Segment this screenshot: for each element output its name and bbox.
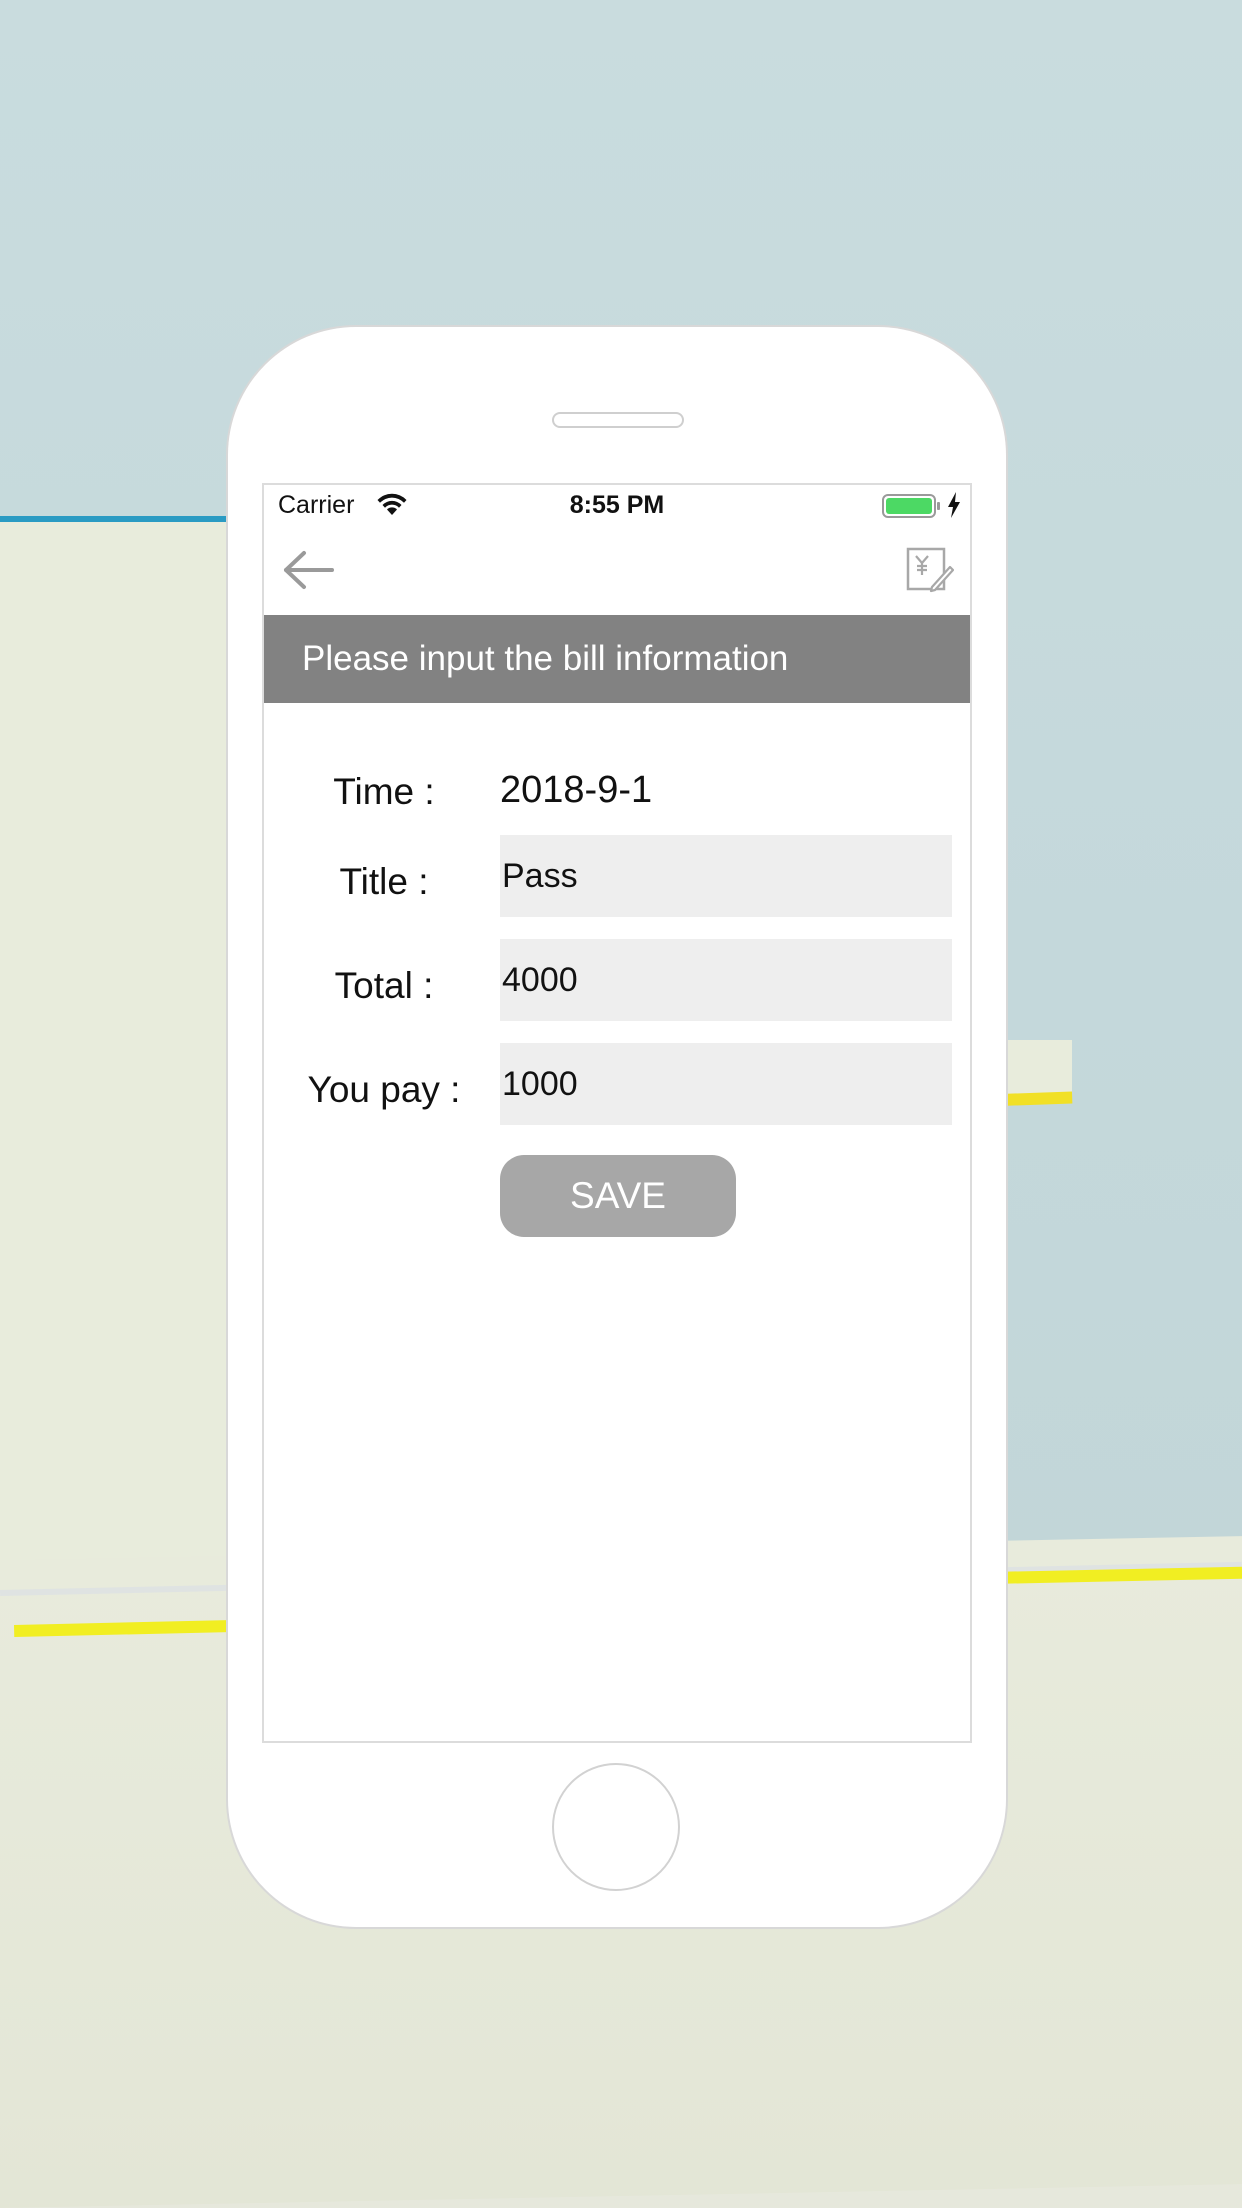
you-pay-field[interactable]: 1000 <box>500 1043 952 1125</box>
save-button[interactable]: SAVE <box>500 1155 736 1237</box>
time-label: Time : <box>333 771 435 812</box>
title-label: Title : <box>339 861 429 902</box>
home-button[interactable] <box>552 1763 680 1891</box>
title-field[interactable]: Pass <box>500 835 952 917</box>
phone-speaker <box>552 412 684 428</box>
edit-bill-icon[interactable] <box>906 547 954 593</box>
nav-bar <box>264 529 970 615</box>
you-pay-label: You pay : <box>307 1069 461 1110</box>
charging-bolt-icon <box>948 492 960 518</box>
time-value: 2018-9-1 <box>500 769 653 811</box>
status-bar: Carrier 8:55 PM <box>264 485 970 529</box>
app-screen: Carrier 8:55 PM Please input the bill in… <box>262 483 972 1743</box>
background-board <box>0 522 240 1612</box>
clock: 8:55 PM <box>569 491 665 519</box>
back-arrow-icon[interactable] <box>282 549 336 591</box>
total-field[interactable]: 4000 <box>500 939 952 1021</box>
battery-icon <box>882 494 940 518</box>
background-stripe <box>1000 1091 1073 1106</box>
page-banner: Please input the bill information <box>264 615 970 703</box>
total-label: Total : <box>334 965 434 1006</box>
phone-frame: Carrier 8:55 PM Please input the bill in… <box>228 327 1006 1927</box>
